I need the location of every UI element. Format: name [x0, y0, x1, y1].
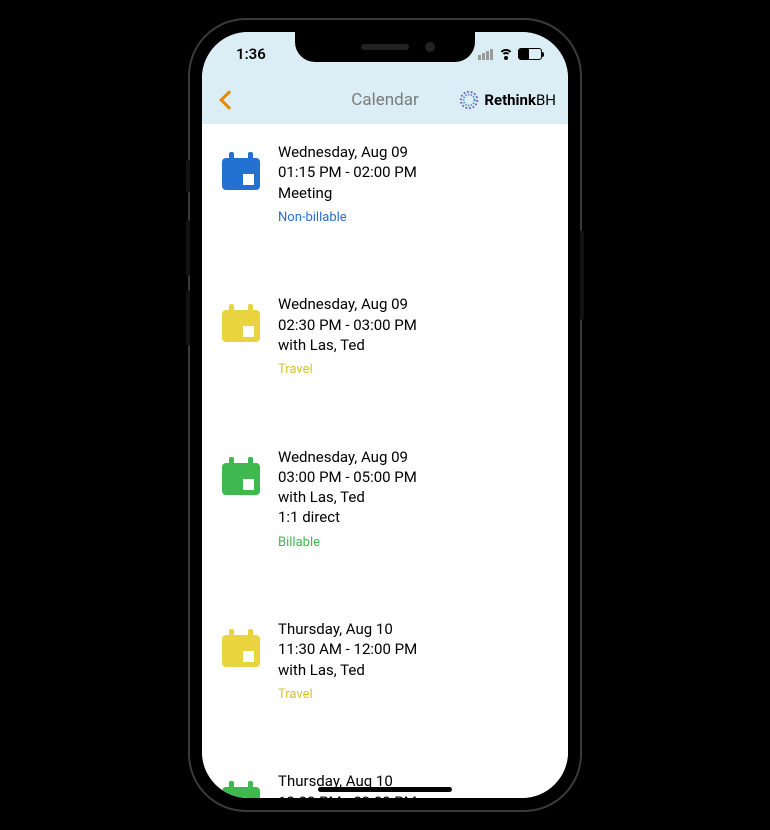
- event-date-line: Thursday, Aug 10: [278, 619, 417, 639]
- calendar-event[interactable]: Wednesday, Aug 0901:15 PM - 02:00 PMMeet…: [202, 124, 568, 240]
- event-time-line: 02:30 PM - 03:00 PM: [278, 315, 417, 335]
- brand-text: RethinkBH: [484, 91, 556, 109]
- battery-icon: [518, 48, 542, 60]
- screen: 1:36 Calendar: [202, 32, 568, 798]
- event-subject-line: Meeting: [278, 183, 417, 203]
- event-info: Thursday, Aug 1011:30 AM - 12:00 PMwith …: [278, 619, 417, 703]
- volume-down: [186, 290, 190, 346]
- front-camera: [425, 42, 435, 52]
- calendar-event[interactable]: Wednesday, Aug 0903:00 PM - 05:00 PMwith…: [202, 429, 568, 566]
- rethink-logo-icon: [458, 89, 480, 111]
- event-info: Thursday, Aug 1012:00 PM - 03:00 PMwith …: [278, 771, 417, 798]
- event-time-line: 01:15 PM - 02:00 PM: [278, 162, 417, 182]
- calendar-icon: [222, 781, 260, 798]
- speaker-grill: [361, 44, 409, 50]
- calendar-icon: [222, 629, 260, 667]
- event-time-line: 03:00 PM - 05:00 PM: [278, 467, 417, 487]
- event-date-line: Wednesday, Aug 09: [278, 142, 417, 162]
- status-time: 1:36: [224, 45, 266, 63]
- event-date-line: Wednesday, Aug 09: [278, 447, 417, 467]
- brand-logo-block: RethinkBH: [458, 89, 556, 111]
- page-title: Calendar: [351, 90, 418, 110]
- event-tag: Travel: [278, 361, 417, 379]
- event-with-line: with Las, Ted: [278, 660, 417, 680]
- event-time-line: 12:00 PM - 03:00 PM: [278, 792, 417, 798]
- event-info: Wednesday, Aug 0902:30 PM - 03:00 PMwith…: [278, 294, 417, 378]
- wifi-icon: [498, 49, 513, 60]
- status-right-cluster: [478, 48, 546, 60]
- event-tag: Non-billable: [278, 209, 417, 227]
- home-indicator[interactable]: [318, 787, 452, 792]
- event-time-line: 11:30 AM - 12:00 PM: [278, 639, 417, 659]
- event-tag: Billable: [278, 534, 417, 552]
- power-button: [580, 230, 584, 320]
- event-info: Wednesday, Aug 0901:15 PM - 02:00 PMMeet…: [278, 142, 417, 226]
- event-info: Wednesday, Aug 0903:00 PM - 05:00 PMwith…: [278, 447, 417, 552]
- calendar-icon: [222, 304, 260, 342]
- silence-switch: [186, 160, 190, 192]
- calendar-event[interactable]: Thursday, Aug 1011:30 AM - 12:00 PMwith …: [202, 601, 568, 717]
- calendar-event[interactable]: Wednesday, Aug 0902:30 PM - 03:00 PMwith…: [202, 276, 568, 392]
- phone-frame: 1:36 Calendar: [190, 20, 580, 810]
- calendar-icon: [222, 152, 260, 190]
- event-with-line: with Las, Ted: [278, 335, 417, 355]
- cellular-icon: [478, 49, 493, 60]
- event-list[interactable]: Wednesday, Aug 0901:15 PM - 02:00 PMMeet…: [202, 124, 568, 798]
- volume-up: [186, 220, 190, 276]
- back-button[interactable]: [214, 88, 238, 112]
- notch: [295, 32, 475, 62]
- app-header: Calendar RethinkBH: [202, 76, 568, 124]
- event-date-line: Wednesday, Aug 09: [278, 294, 417, 314]
- calendar-icon: [222, 457, 260, 495]
- event-with-line: with Las, Ted: [278, 487, 417, 507]
- event-tag: Travel: [278, 686, 417, 704]
- event-subject-line: 1:1 direct: [278, 507, 417, 527]
